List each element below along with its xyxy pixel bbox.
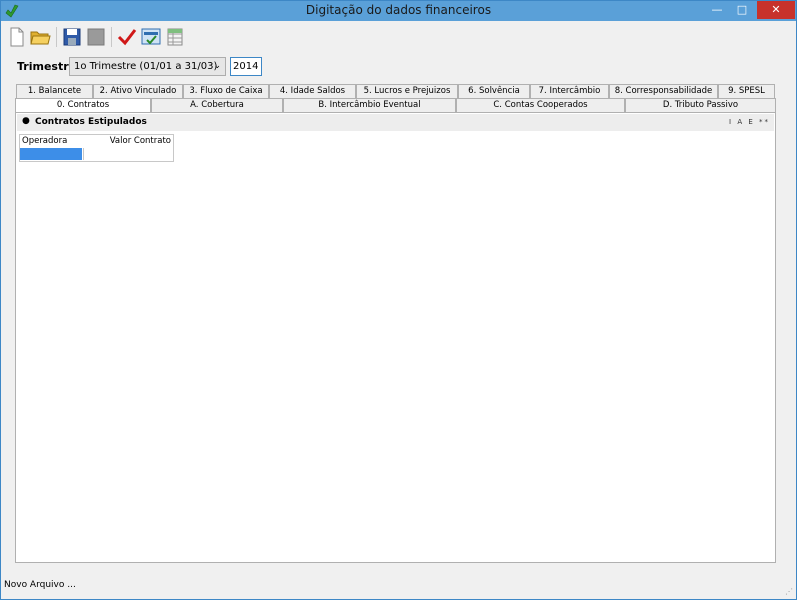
title-bar[interactable]: Digitação do dados financeiros — □ ✕ bbox=[1, 1, 796, 21]
tab-intercambio-eventual[interactable]: B. Intercâmbio Eventual bbox=[283, 98, 456, 112]
save-icon[interactable] bbox=[61, 26, 83, 48]
open-folder-icon[interactable] bbox=[29, 26, 51, 48]
chevron-down-icon: ⌄ bbox=[213, 61, 221, 71]
toolbar-separator bbox=[56, 27, 57, 47]
trimestre-label: Trimestre bbox=[17, 60, 77, 73]
trimestre-value: 1o Trimestre (01/01 a 31/03) bbox=[74, 61, 218, 72]
status-bar: Novo Arquivo ... ⋰ bbox=[1, 577, 796, 599]
tabs-row-2: 0. Contratos A. Cobertura B. Intercâmbio… bbox=[15, 98, 776, 113]
tab-idade-saldos[interactable]: 4. Idade Saldos bbox=[269, 84, 356, 98]
checkmark-icon[interactable] bbox=[116, 26, 138, 48]
minimize-icon: — bbox=[711, 3, 723, 16]
minimize-button[interactable]: — bbox=[705, 1, 729, 19]
resize-grip-icon[interactable]: ⋰ bbox=[785, 587, 793, 596]
tab-cobertura[interactable]: A. Cobertura bbox=[151, 98, 283, 112]
section-title: Contratos Estipulados bbox=[35, 117, 147, 127]
header-tools[interactable]: I A E ** bbox=[729, 118, 770, 126]
cell-valor-contrato[interactable] bbox=[83, 148, 173, 160]
tab-contas-cooperados[interactable]: C. Contas Cooperados bbox=[456, 98, 625, 112]
disabled-icon[interactable] bbox=[85, 26, 107, 48]
tab-spesl[interactable]: 9. SPESL bbox=[718, 84, 775, 98]
tab-fluxo-de-caixa[interactable]: 3. Fluxo de Caixa bbox=[183, 84, 269, 98]
toolbar bbox=[1, 22, 796, 52]
tab-solvencia[interactable]: 6. Solvência bbox=[458, 84, 530, 98]
maximize-icon: □ bbox=[736, 3, 748, 16]
close-button[interactable]: ✕ bbox=[757, 1, 795, 19]
tab-panel: ● Contratos Estipulados I A E ** Operado… bbox=[15, 112, 776, 563]
tab-contratos[interactable]: 0. Contratos bbox=[15, 98, 151, 113]
toolbar-separator bbox=[111, 27, 112, 47]
grid-report-icon[interactable] bbox=[164, 26, 186, 48]
tab-intercambio[interactable]: 7. Intercâmbio bbox=[530, 84, 609, 98]
tabs-row-1: 1. Balancete 2. Ativo Vinculado 3. Fluxo… bbox=[16, 84, 775, 98]
tab-corresponsabilidade[interactable]: 8. Corresponsabilidade bbox=[609, 84, 718, 98]
column-header-valor-contrato[interactable]: Valor Contrato bbox=[110, 135, 171, 147]
section-header: ● Contratos Estipulados I A E ** bbox=[17, 114, 774, 131]
bullet-icon: ● bbox=[22, 116, 30, 126]
calculator-icon[interactable] bbox=[140, 26, 162, 48]
tab-ativo-vinculado[interactable]: 2. Ativo Vinculado bbox=[93, 84, 183, 98]
main-window: Digitação do dados financeiros — □ ✕ Tri… bbox=[0, 0, 797, 600]
selected-cell-operadora[interactable] bbox=[20, 148, 82, 160]
tab-lucros-prejuizos[interactable]: 5. Lucros e Prejuizos bbox=[356, 84, 458, 98]
new-file-icon[interactable] bbox=[6, 26, 28, 48]
contracts-grid[interactable]: Operadora Valor Contrato bbox=[19, 134, 174, 162]
year-input[interactable]: 2014 bbox=[230, 57, 262, 76]
status-text: Novo Arquivo ... bbox=[4, 580, 76, 590]
window-title: Digitação do dados financeiros bbox=[305, 3, 492, 17]
tab-balancete[interactable]: 1. Balancete bbox=[16, 84, 93, 98]
close-icon: ✕ bbox=[771, 3, 781, 16]
tab-tributo-passivo[interactable]: D. Tributo Passivo bbox=[625, 98, 776, 112]
column-header-operadora[interactable]: Operadora bbox=[22, 135, 67, 147]
trimestre-select[interactable]: 1o Trimestre (01/01 a 31/03) ⌄ bbox=[69, 57, 226, 76]
maximize-button[interactable]: □ bbox=[730, 1, 754, 19]
